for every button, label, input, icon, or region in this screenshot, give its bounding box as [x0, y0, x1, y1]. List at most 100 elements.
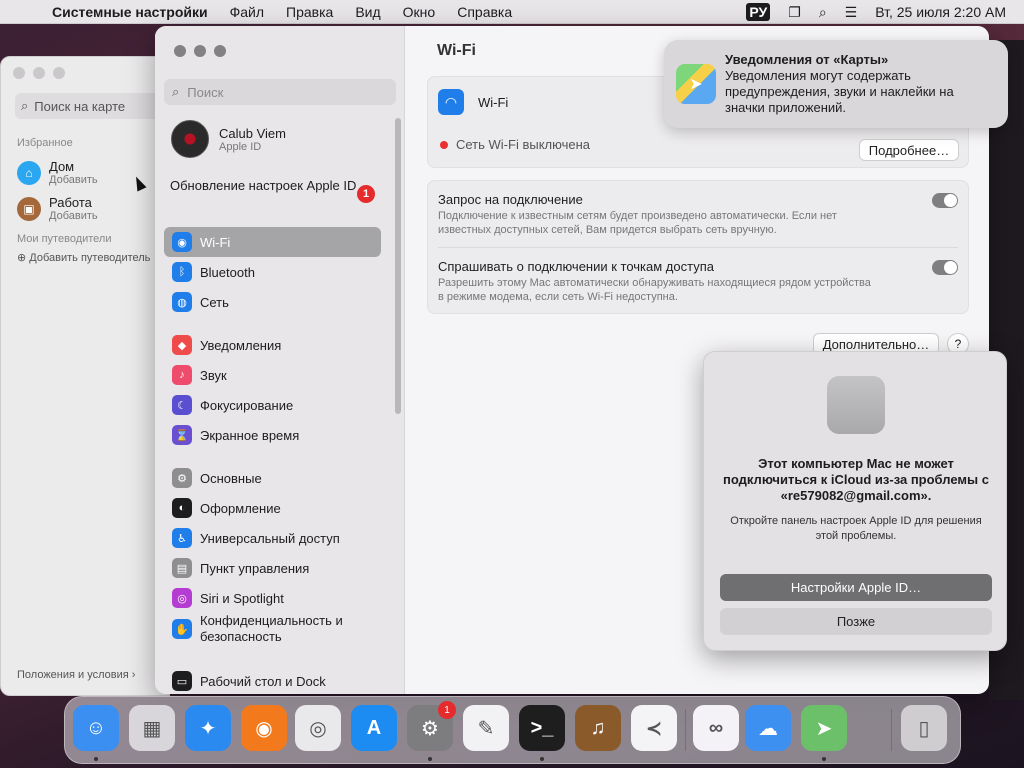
search-icon: ⌕: [172, 84, 180, 99]
screen-mirroring-icon[interactable]: ❐: [788, 4, 801, 21]
maps-window: ⌕ Поиск на карте Избранное ⌂ Дом Добавит…: [0, 56, 170, 696]
sidebar-item-network[interactable]: ◍ Сеть: [164, 287, 381, 317]
ask-hotspot-title: Спрашивать о подключении к точкам доступ…: [438, 259, 714, 274]
sidebar-item-notifications[interactable]: ◆ Уведомления: [164, 330, 381, 360]
maps-search-field[interactable]: ⌕ Поиск на карте: [15, 93, 165, 119]
launchpad-icon[interactable]: ▦: [129, 705, 175, 751]
menu-file[interactable]: Файл: [230, 4, 264, 20]
ask-join-toggle[interactable]: [932, 193, 958, 208]
maps-notification[interactable]: ➤ Уведомления от «Карты» Уведомления мог…: [664, 40, 1008, 128]
ask-join-title: Запрос на подключение: [438, 192, 583, 207]
sidebar-item-label: Wi-Fi: [200, 234, 231, 250]
sidebar-scrollbar[interactable]: [395, 118, 401, 414]
input-language[interactable]: РУ: [746, 3, 771, 21]
control-center-icon: ▤: [172, 558, 192, 578]
wifi-options-card: Запрос на подключение Подключение к изве…: [427, 180, 969, 314]
sidebar-item-privacy-security[interactable]: ✋ Конфиденциальность и безопасность: [164, 610, 381, 648]
menu-app-name[interactable]: Системные настройки: [52, 4, 208, 20]
sidebar-item-screen-time[interactable]: ⌛ Экранное время: [164, 420, 381, 450]
maps-icon[interactable]: ➤: [801, 705, 847, 751]
apple-id-settings-button[interactable]: Настройки Apple ID…: [720, 574, 992, 601]
focus-icon: ☾: [172, 395, 192, 415]
close-icon[interactable]: [13, 67, 25, 79]
menu-edit[interactable]: Правка: [286, 4, 333, 20]
dock-separator: [685, 709, 686, 751]
sidebar-item-control-center[interactable]: ▤ Пункт управления: [164, 553, 381, 583]
menu-help[interactable]: Справка: [457, 4, 512, 20]
minimize-icon[interactable]: [33, 67, 45, 79]
sidebar-item-label: Сеть: [200, 294, 229, 310]
sidebar-item-label: Bluetooth: [200, 264, 255, 280]
zoom-icon[interactable]: [214, 45, 226, 57]
weather-icon[interactable]: ☁: [745, 705, 791, 751]
sidebar-item-focus[interactable]: ☾ Фокусирование: [164, 390, 381, 420]
chevron-right-icon: ›: [131, 669, 136, 681]
safari-icon[interactable]: ✦: [185, 705, 231, 751]
sidebar-item-siri-spotlight[interactable]: ◎ Siri и Spotlight: [164, 583, 381, 613]
sidebar-item-appearance[interactable]: ◐ Оформление: [164, 493, 381, 523]
later-button[interactable]: Позже: [720, 608, 992, 635]
textedit-icon[interactable]: ✎: [463, 705, 509, 751]
ask-hotspot-toggle[interactable]: [932, 260, 958, 275]
wifi-icon: ◉: [172, 232, 192, 252]
settings-dock-badge: 1: [438, 701, 456, 719]
app-store-icon[interactable]: A: [351, 705, 397, 751]
vscode-icon[interactable]: ≺: [631, 705, 677, 751]
appearance-icon: ◐: [172, 498, 192, 518]
home-sub: Добавить: [49, 174, 98, 186]
sidebar-item-accessibility[interactable]: ♿ Универсальный доступ: [164, 523, 381, 553]
sidebar-item-label: Пункт управления: [200, 560, 310, 576]
settings-window-controls: [174, 45, 226, 57]
ask-join-desc: Подключение к известным сетям будет прои…: [438, 210, 837, 236]
running-indicator: [428, 757, 432, 761]
update-badge: 1: [357, 185, 375, 203]
apple-id-update-item[interactable]: Обновление настроек Apple ID: [170, 178, 370, 194]
work-sub: Добавить: [49, 210, 98, 222]
maps-add-guide[interactable]: ⊕ Добавить путеводитель: [17, 251, 150, 264]
instruments-icon[interactable]: ♫: [575, 705, 621, 751]
menu-view[interactable]: Вид: [355, 4, 380, 20]
menu-window[interactable]: Окно: [403, 4, 436, 20]
firefox-icon[interactable]: ◉: [241, 705, 287, 751]
sidebar-item-wifi[interactable]: ◉ Wi-Fi: [164, 227, 381, 257]
sidebar-item-label: Фокусирование: [200, 397, 294, 413]
sidebar-item-general[interactable]: ⚙ Основные: [164, 463, 381, 493]
menu-bar: Системные настройки Файл Правка Вид Окно…: [0, 0, 1024, 24]
page-title: Wi-Fi: [437, 42, 476, 59]
details-button[interactable]: Подробнее…: [859, 139, 959, 161]
chrome-icon[interactable]: ◎: [295, 705, 341, 751]
visual-studio-icon[interactable]: ∞: [693, 705, 739, 751]
add-guide-label: Добавить путеводитель: [29, 252, 151, 264]
alert-title: Этот компьютер Mac не может подключиться…: [723, 456, 989, 503]
minimize-icon[interactable]: [194, 45, 206, 57]
trash-icon[interactable]: ▯: [901, 705, 947, 751]
sidebar-item-label: Уведомления: [200, 337, 282, 353]
apple-id-account[interactable]: Calub Viem Apple ID: [171, 120, 286, 158]
home-title: Дом: [49, 159, 75, 174]
menu-clock[interactable]: Вт, 25 июля 2:20 AM: [875, 4, 1006, 20]
sound-icon: ♪: [172, 365, 192, 385]
sidebar-item-bluetooth[interactable]: ᛒ Bluetooth: [164, 257, 381, 287]
close-icon[interactable]: [174, 45, 186, 57]
zoom-icon[interactable]: [53, 67, 65, 79]
running-indicator: [94, 757, 98, 761]
terminal-icon[interactable]: >_: [519, 705, 565, 751]
sidebar-item-desktop-dock[interactable]: ▭ Рабочий стол и Dock: [164, 666, 381, 694]
maps-favorite-work[interactable]: ▣ Работа Добавить: [17, 195, 98, 222]
spotlight-icon[interactable]: ⌕: [819, 4, 827, 21]
maps-terms-link[interactable]: Положения и условия ›: [17, 669, 135, 681]
alert-body: Откройте панель настроек Apple ID для ре…: [730, 515, 982, 542]
maps-search-placeholder: Поиск на карте: [34, 98, 126, 114]
wifi-status: Сеть Wi-Fi выключена: [440, 137, 590, 152]
control-center-icon[interactable]: ☰: [845, 4, 858, 21]
terms-label: Положения и условия: [17, 669, 129, 681]
wifi-label: Wi-Fi: [478, 94, 509, 110]
bluetooth-icon: ᛒ: [172, 262, 192, 282]
sidebar-item-sound[interactable]: ♪ Звук: [164, 360, 381, 390]
maps-favorite-home[interactable]: ⌂ Дом Добавить: [17, 159, 98, 186]
dock-separator: [891, 709, 892, 751]
finder-icon[interactable]: ☺: [73, 705, 119, 751]
sidebar-search-input[interactable]: ⌕ Поиск: [164, 79, 396, 105]
sidebar-item-label: Рабочий стол и Dock: [200, 673, 326, 689]
account-name: Calub Viem: [219, 125, 286, 141]
